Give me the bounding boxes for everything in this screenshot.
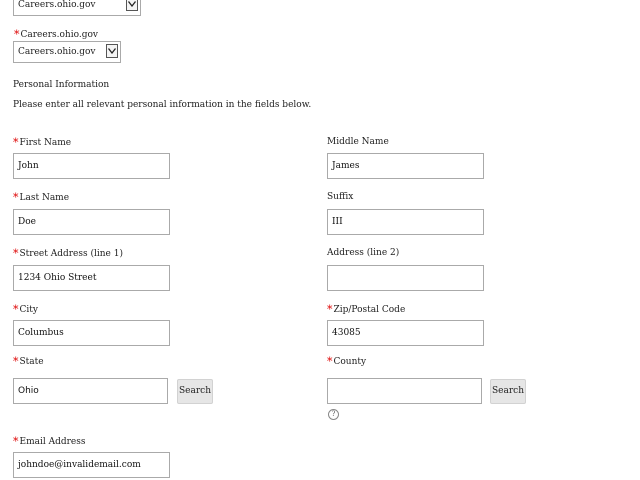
city-label: *City — [13, 303, 38, 316]
required-marker: * — [13, 355, 19, 368]
street1-input[interactable]: 1234 Ohio Street — [13, 265, 170, 291]
required-marker: * — [13, 136, 19, 149]
required-marker: * — [13, 303, 19, 316]
chevron-down-icon[interactable] — [106, 44, 118, 58]
site-select-value: Careers.ohio.gov — [18, 47, 96, 57]
first-name-input[interactable]: John — [13, 153, 170, 179]
state-search-button[interactable]: Search — [177, 379, 213, 404]
required-marker: * — [327, 303, 333, 316]
required-marker: * — [327, 355, 333, 368]
city-input[interactable]: Columbus — [13, 320, 170, 346]
county-input[interactable] — [327, 378, 482, 404]
state-input[interactable]: Ohio — [13, 378, 168, 404]
suffix-label: Suffix — [327, 192, 354, 202]
street2-label: Address (line 2) — [327, 248, 400, 258]
street2-input[interactable] — [327, 265, 484, 291]
street1-label: *Street Address (line 1) — [13, 247, 123, 260]
last-name-input[interactable]: Doe — [13, 209, 170, 235]
site-select-top-value: Careers.ohio.gov — [18, 0, 96, 10]
site-select-label: *Careers.ohio.gov — [14, 28, 98, 41]
suffix-input[interactable]: III — [327, 209, 484, 235]
last-name-label: *Last Name — [13, 191, 70, 204]
county-label: *County — [327, 355, 367, 368]
required-marker: * — [13, 191, 19, 204]
required-marker: * — [13, 435, 19, 448]
site-select[interactable]: Careers.ohio.gov — [13, 41, 121, 63]
state-label: *State — [13, 355, 44, 368]
chevron-down-icon[interactable] — [126, 0, 138, 11]
zip-label: *Zip/Postal Code — [327, 303, 406, 316]
required-marker: * — [14, 28, 20, 41]
required-marker: * — [13, 247, 19, 260]
county-search-button[interactable]: Search — [490, 379, 526, 404]
email-input[interactable]: johndoe@invalidemail.com — [13, 452, 170, 478]
middle-name-input[interactable]: James — [327, 153, 484, 179]
zip-input[interactable]: 43085 — [327, 320, 484, 346]
site-select-top[interactable]: Careers.ohio.gov — [13, 0, 141, 16]
first-name-label: *First Name — [13, 136, 72, 149]
email-label: *Email Address — [13, 435, 86, 448]
help-icon[interactable]: ? — [328, 409, 339, 420]
section-title: Personal Information — [13, 80, 110, 90]
middle-name-label: Middle Name — [327, 137, 389, 147]
section-instructions: Please enter all relevant personal infor… — [13, 100, 312, 110]
